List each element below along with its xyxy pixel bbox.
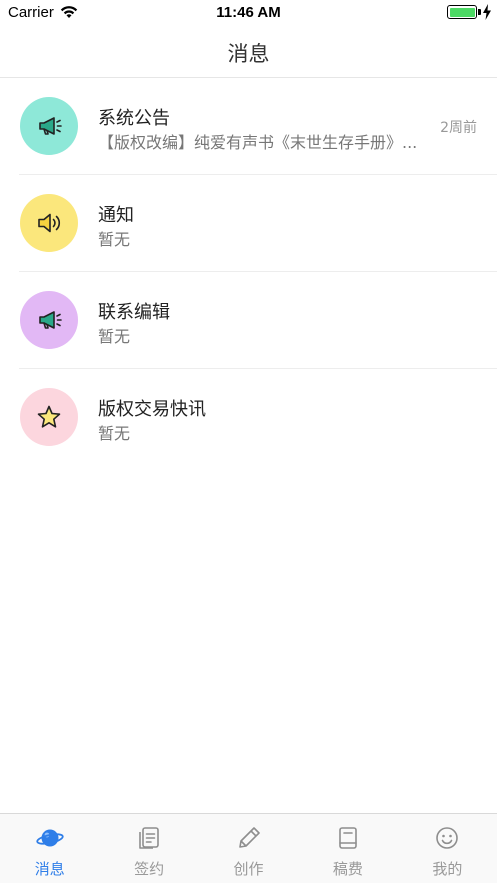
book-icon — [339, 827, 357, 849]
speaker-icon — [38, 213, 61, 233]
message-title: 版权交易快讯 — [98, 399, 206, 420]
planet-icon — [36, 829, 64, 847]
tab-mine[interactable]: 我的 — [398, 814, 497, 883]
tab-contract[interactable]: 签约 — [99, 814, 198, 883]
smiley-icon — [436, 827, 459, 849]
tab-label: 签约 — [134, 860, 165, 878]
tab-label: 稿费 — [332, 860, 363, 878]
tab-label: 消息 — [34, 860, 65, 878]
screen: Carrier 11:46 AM 消息 系统公告 【版权改编】纯爱有声书《末世生… — [0, 0, 497, 883]
battery-tip — [478, 9, 481, 15]
avatar — [20, 194, 78, 252]
megaphone-icon — [39, 117, 62, 135]
charging-bolt-icon — [483, 4, 491, 20]
navigation-bar: 消息 — [0, 26, 497, 78]
megaphone-icon — [39, 311, 62, 329]
tab-bar: 消息 签约 创作 稿费 我的 — [0, 813, 497, 883]
tab-royalties[interactable]: 稿费 — [298, 814, 397, 883]
tab-label: 创作 — [233, 860, 264, 878]
tab-label: 我的 — [432, 860, 463, 878]
tab-messages[interactable]: 消息 — [0, 814, 99, 883]
message-title: 系统公告 — [98, 108, 170, 129]
message-preview: 暂无 — [98, 424, 131, 443]
battery-icon — [447, 5, 477, 19]
message-preview: 【版权改编】纯爱有声书《末世生存手册》... — [98, 133, 418, 152]
message-list: 系统公告 【版权改编】纯爱有声书《末世生存手册》... 2周前 通知 暂无 联系… — [0, 78, 497, 466]
message-item-system-announcement[interactable]: 系统公告 【版权改编】纯爱有声书《末世生存手册》... 2周前 — [0, 78, 497, 175]
message-preview: 暂无 — [98, 327, 131, 346]
message-time: 2周前 — [440, 120, 477, 136]
avatar — [20, 97, 78, 155]
clock: 11:46 AM — [216, 4, 281, 21]
message-preview: 暂无 — [98, 230, 131, 249]
message-title: 联系编辑 — [98, 302, 170, 323]
pencil-icon — [238, 827, 260, 848]
message-item-notification[interactable]: 通知 暂无 — [0, 175, 497, 272]
message-item-copyright-news[interactable]: 版权交易快讯 暂无 — [0, 369, 497, 466]
star-icon — [37, 405, 61, 428]
avatar — [20, 291, 78, 349]
avatar — [20, 388, 78, 446]
contract-icon — [139, 827, 159, 849]
tab-create[interactable]: 创作 — [199, 814, 298, 883]
message-item-contact-editor[interactable]: 联系编辑 暂无 — [0, 272, 497, 369]
status-bar: Carrier 11:46 AM — [0, 0, 497, 26]
page-title: 消息 — [227, 42, 270, 66]
message-title: 通知 — [98, 205, 134, 226]
